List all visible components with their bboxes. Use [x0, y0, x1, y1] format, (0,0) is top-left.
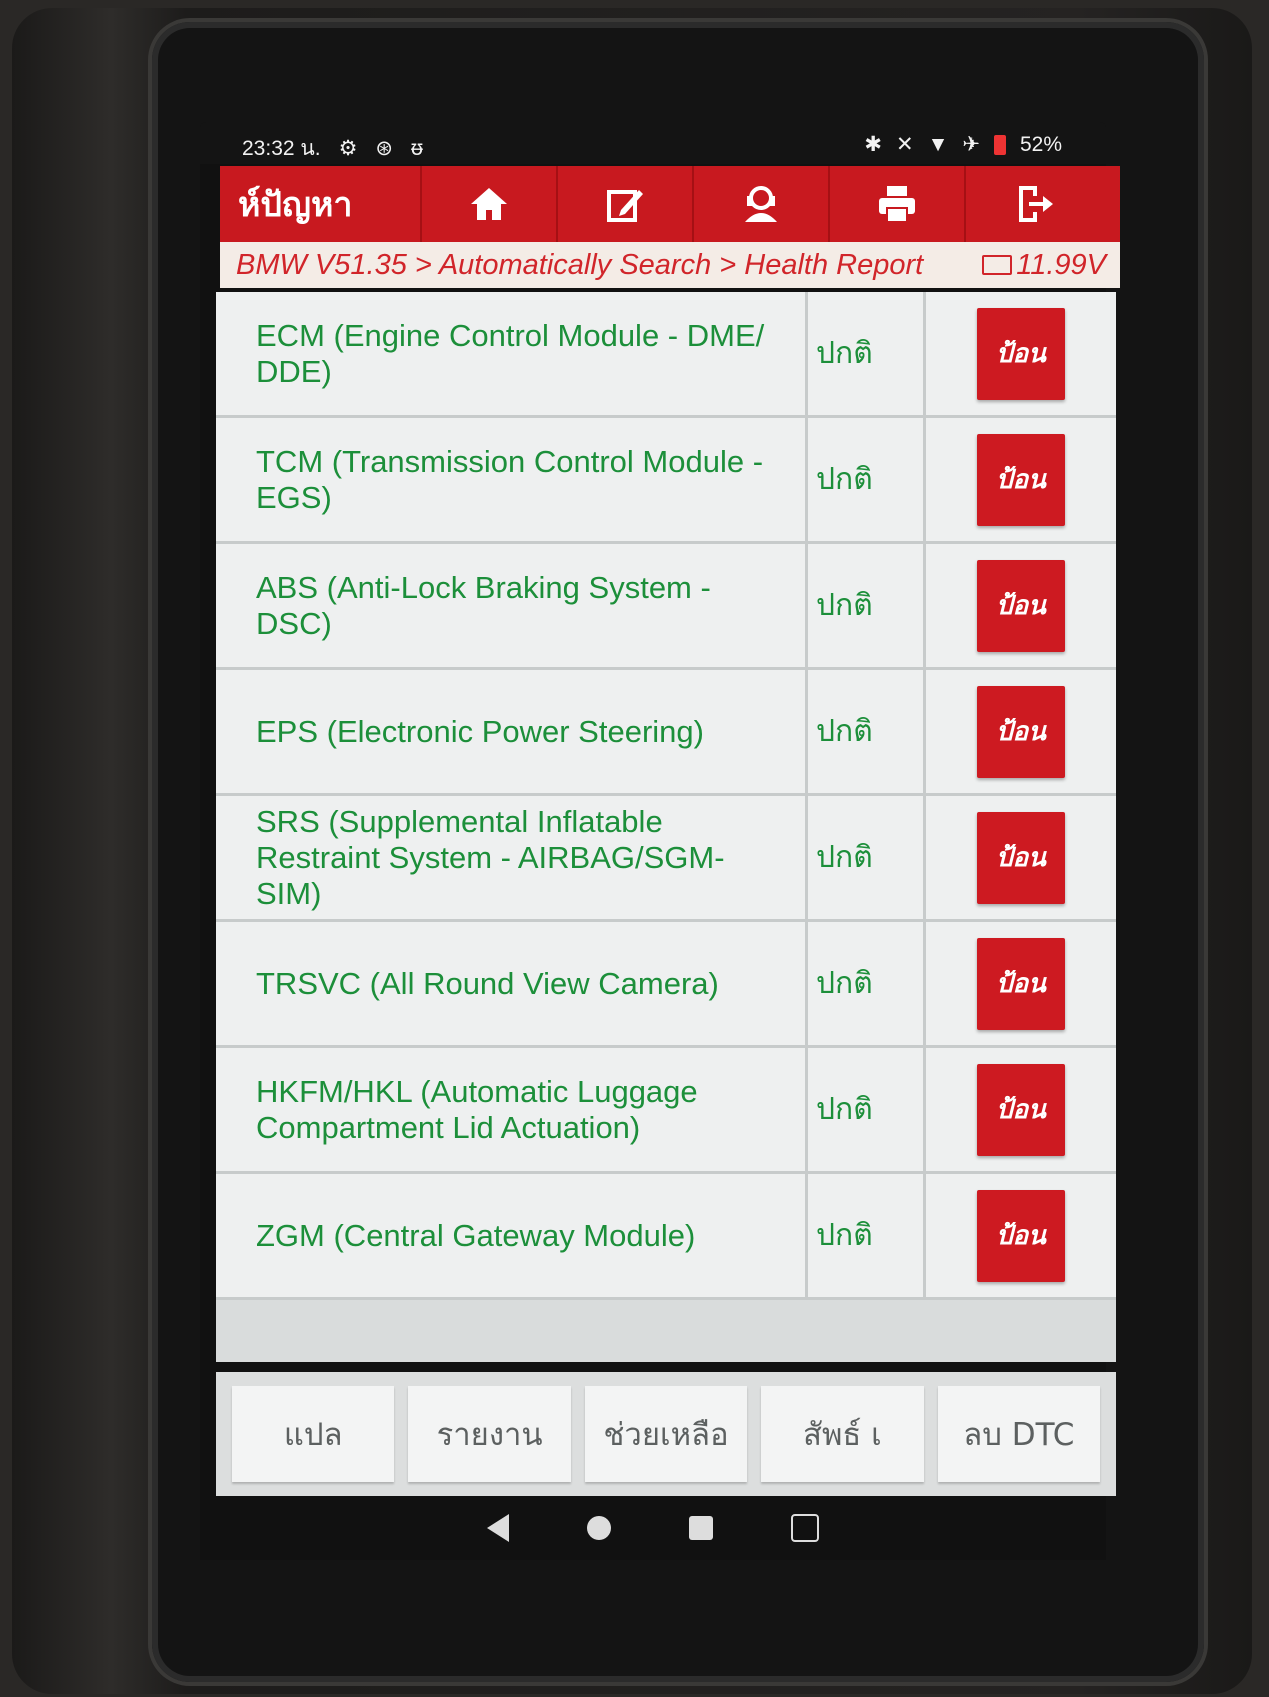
enter-button[interactable]: ป้อน — [977, 307, 1065, 400]
table-row: EPS (Electronic Power Steering) ปกติ ป้อ… — [216, 670, 1116, 796]
enter-button[interactable]: ป้อน — [977, 1063, 1065, 1156]
module-table: ECM (Engine Control Module - DME/ DDE) ป… — [216, 292, 1116, 1362]
module-name: ZGM (Central Gateway Module) — [216, 1174, 808, 1297]
clear-dtc-button[interactable]: ลบ DTC — [937, 1386, 1101, 1482]
enter-button[interactable]: ป้อน — [977, 811, 1065, 904]
back-icon[interactable] — [487, 1514, 509, 1542]
enter-button[interactable]: ป้อน — [977, 937, 1065, 1030]
action-cell: ป้อน — [926, 670, 1116, 793]
module-name: SRS (Supplemental Inflatable Restraint S… — [216, 796, 808, 919]
module-status: ปกติ — [808, 418, 926, 541]
module-name: HKFM/HKL (Automatic Luggage Compartment … — [216, 1048, 808, 1171]
table-row: TCM (Transmission Control Module - EGS) … — [216, 418, 1116, 544]
module-name: EPS (Electronic Power Steering) — [216, 670, 808, 793]
bottom-action-bar: แปล รายงาน ช่วยเหลือ สัพธ์ เ ลบ DTC — [216, 1372, 1116, 1496]
action-cell: ป้อน — [926, 544, 1116, 667]
top-toolbar: ห์ปัญหา — [220, 166, 1120, 242]
exit-button[interactable] — [964, 166, 1100, 242]
module-status: ปกติ — [808, 796, 926, 919]
breadcrumb-path: BMW V51.35 > Automatically Search > Heal… — [236, 248, 924, 281]
action-cell: ป้อน — [926, 796, 1116, 919]
action-cell: ป้อน — [926, 1048, 1116, 1171]
table-row: HKFM/HKL (Automatic Luggage Compartment … — [216, 1048, 1116, 1174]
module-status: ปกติ — [808, 922, 926, 1045]
support-button[interactable] — [692, 166, 828, 242]
module-status: ปกติ — [808, 292, 926, 415]
app-area: ห์ปัญหา BMW V51.35 > Automatically Searc… — [200, 122, 1120, 1560]
support-icon — [745, 186, 777, 222]
module-status: ปกติ — [808, 1174, 926, 1297]
report-button[interactable]: รายงาน — [408, 1386, 571, 1482]
action-cell: ป้อน — [926, 292, 1116, 415]
home-button[interactable] — [420, 166, 556, 242]
action-cell: ป้อน — [926, 1174, 1116, 1297]
module-status: ปกติ — [808, 1048, 926, 1171]
edit-icon — [607, 190, 643, 222]
exit-icon — [1019, 186, 1053, 222]
module-name: ECM (Engine Control Module - DME/ DDE) — [216, 292, 808, 415]
enter-button[interactable]: ป้อน — [977, 1189, 1065, 1282]
module-name: ABS (Anti-Lock Braking System - DSC) — [216, 544, 808, 667]
module-status: ปกติ — [808, 544, 926, 667]
home-nav-icon[interactable] — [587, 1516, 611, 1540]
screenshot-icon[interactable] — [791, 1514, 819, 1542]
battery-voltage: 11.99V — [982, 249, 1106, 282]
table-row: ABS (Anti-Lock Braking System - DSC) ปกต… — [216, 544, 1116, 670]
table-row: ZGM (Central Gateway Module) ปกติ ป้อน — [216, 1174, 1116, 1300]
module-status: ปกติ — [808, 670, 926, 793]
enter-button[interactable]: ป้อน — [977, 559, 1065, 652]
action-cell: ป้อน — [926, 922, 1116, 1045]
print-button[interactable] — [828, 166, 964, 242]
print-icon — [879, 186, 915, 223]
table-row: TRSVC (All Round View Camera) ปกติ ป้อน — [216, 922, 1116, 1048]
enter-button[interactable]: ป้อน — [977, 433, 1065, 526]
home-icon — [471, 188, 507, 220]
breadcrumb: BMW V51.35 > Automatically Search > Heal… — [220, 242, 1120, 288]
table-row: ECM (Engine Control Module - DME/ DDE) ป… — [216, 292, 1116, 418]
action-cell: ป้อน — [926, 418, 1116, 541]
help-button[interactable]: ช่วยเหลือ — [584, 1386, 748, 1482]
translate-button[interactable]: แปล — [232, 1386, 395, 1482]
enter-button[interactable]: ป้อน — [977, 685, 1065, 778]
edit-button[interactable] — [556, 166, 692, 242]
recent-apps-icon[interactable] — [689, 1516, 713, 1540]
module-name: TCM (Transmission Control Module - EGS) — [216, 418, 808, 541]
app-title: ห์ปัญหา — [238, 185, 353, 225]
table-row: SRS (Supplemental Inflatable Restraint S… — [216, 796, 1116, 922]
voltage-value: 11.99V — [1016, 248, 1106, 281]
android-nav-bar — [200, 1496, 1106, 1560]
car-battery-icon — [982, 255, 1013, 275]
related-button[interactable]: สัพธ์ เ — [761, 1386, 924, 1482]
module-name: TRSVC (All Round View Camera) — [216, 922, 808, 1045]
